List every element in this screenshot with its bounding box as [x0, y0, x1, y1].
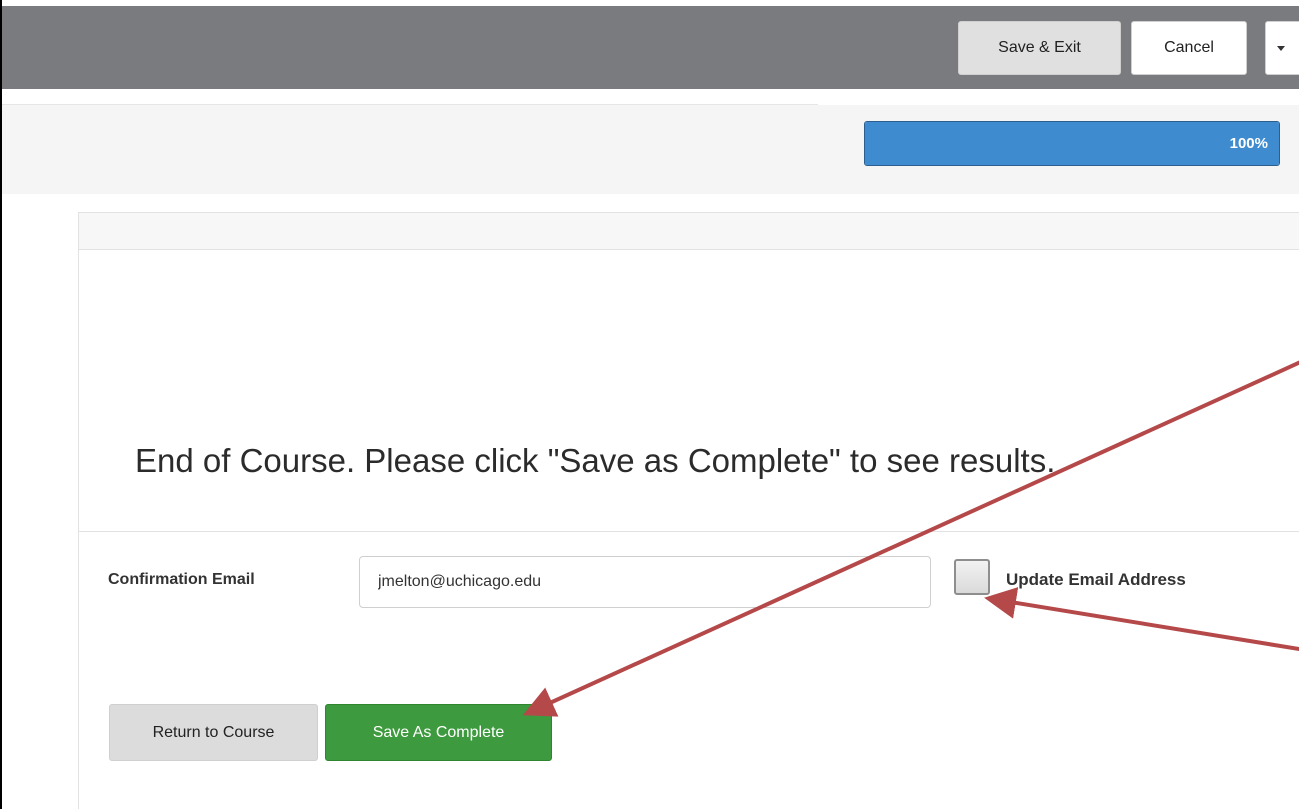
card-header	[79, 213, 1299, 250]
caret-down-icon	[1277, 45, 1285, 51]
content-card	[78, 212, 1299, 532]
progress-bar: 100%	[864, 121, 1280, 166]
screenshot: Save & Exit Cancel 100% End of Course. P…	[0, 0, 1299, 809]
progress-percent: 100%	[1229, 135, 1268, 152]
progress-fill: 100%	[865, 122, 1279, 165]
save-exit-button[interactable]: Save & Exit	[958, 21, 1121, 75]
confirmation-email-label: Confirmation Email	[108, 571, 255, 588]
content-border	[78, 520, 79, 809]
save-as-complete-button[interactable]: Save As Complete	[325, 704, 552, 761]
confirmation-email-input[interactable]	[359, 556, 931, 608]
end-of-course-message: End of Course. Please click "Save as Com…	[135, 442, 1056, 479]
cancel-button[interactable]: Cancel	[1131, 21, 1247, 75]
annotation-arrow-to-checkbox	[984, 587, 1299, 652]
update-email-label[interactable]: Update Email Address	[1006, 570, 1186, 590]
return-to-course-button[interactable]: Return to Course	[109, 704, 318, 761]
more-options-button[interactable]	[1265, 21, 1299, 75]
update-email-checkbox[interactable]	[954, 559, 990, 595]
